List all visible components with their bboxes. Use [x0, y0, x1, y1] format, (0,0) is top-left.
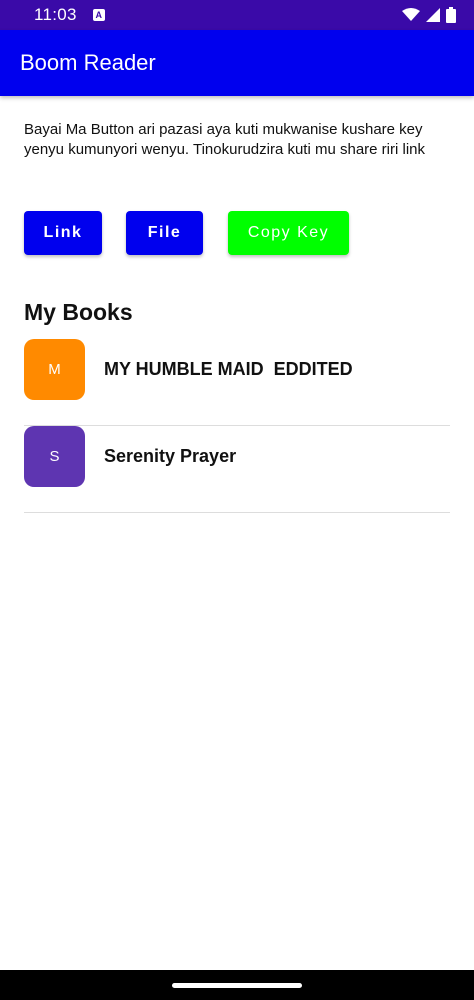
wifi-icon	[402, 8, 420, 21]
book-title: MY HUMBLE MAID EDDITED	[104, 359, 353, 379]
book-avatar: M	[24, 339, 85, 400]
book-item[interactable]: S Serenity Prayer	[24, 426, 450, 513]
book-list: M MY HUMBLE MAID EDDITED S Serenity Pray…	[24, 339, 450, 513]
my-books-title: My Books	[24, 299, 133, 325]
home-gesture-handle[interactable]	[172, 982, 302, 988]
book-item[interactable]: M MY HUMBLE MAID EDDITED	[24, 339, 450, 426]
file-button[interactable]: File	[126, 211, 203, 255]
battery-icon	[446, 7, 456, 23]
instructions-text: Bayai Ma Button ari pazasi aya kuti mukw…	[24, 121, 425, 158]
status-icons	[402, 7, 456, 23]
link-button[interactable]: Link	[24, 211, 102, 255]
navigation-bar	[0, 970, 474, 1000]
book-title: Serenity Prayer	[104, 446, 237, 466]
app-title: Boom Reader	[20, 50, 156, 75]
notification-icon: A	[92, 9, 105, 21]
copy-key-button[interactable]: Copy Key	[228, 211, 349, 255]
signal-icon	[426, 8, 440, 22]
status-bar: 11:03 A	[0, 0, 474, 30]
book-avatar: S	[24, 426, 85, 487]
screen: 11:03 A Boom Reader Bayai Ma Button ari …	[0, 0, 474, 1000]
app-bar: Boom Reader	[0, 30, 474, 96]
status-time: 11:03	[34, 5, 77, 24]
